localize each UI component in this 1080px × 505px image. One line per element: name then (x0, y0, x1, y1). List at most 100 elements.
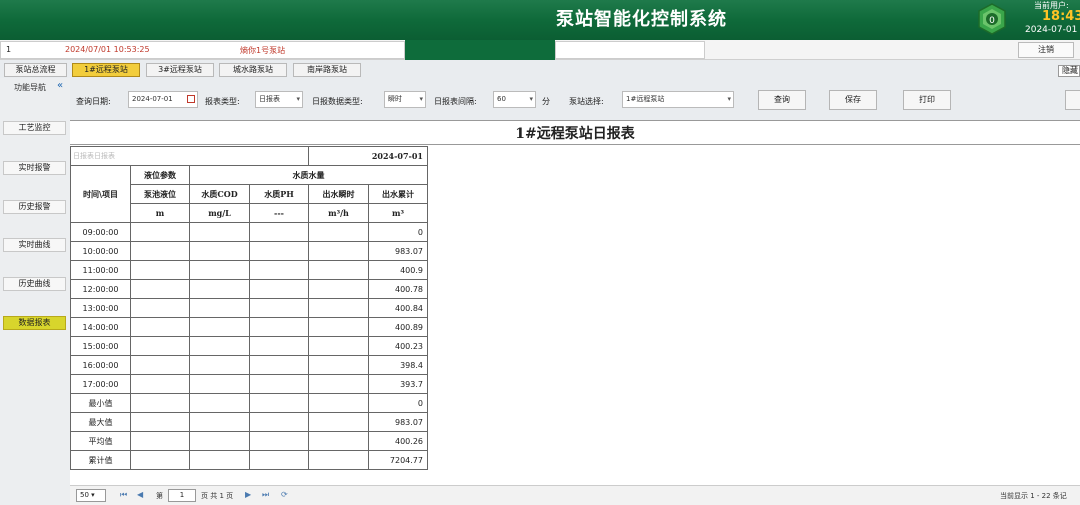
interval-label: 日报表间隔: (434, 97, 477, 106)
calendar-icon[interactable] (187, 95, 195, 103)
page-size-select[interactable]: 50 ▾ (76, 489, 106, 502)
empty-cell (189, 241, 250, 261)
empty-cell (308, 374, 369, 394)
empty-cell (249, 393, 309, 413)
row-total: 400.9 (368, 260, 428, 280)
header-group-row: 时间\项目 液位参数 水质水量 (70, 165, 428, 223)
row-time: 平均值 (70, 431, 131, 451)
sidebar: 功能导航 « 工艺监控 实时报警 历史报警 实时曲线 历史曲线 数据报表 (0, 78, 70, 505)
empty-cell (189, 374, 250, 394)
data-type-select[interactable]: 瞬时 ▾ (384, 91, 426, 108)
empty-cell (249, 450, 309, 470)
status-segment-green (405, 40, 555, 60)
extra-button[interactable] (1065, 90, 1080, 110)
empty-cell (130, 298, 190, 318)
collapse-icon[interactable]: « (57, 80, 63, 91)
empty-cell (308, 450, 369, 470)
empty-cell (130, 317, 190, 337)
row-total: 398.4 (368, 355, 428, 375)
sidebar-title: 功能导航 (14, 83, 46, 92)
row-total: 400.23 (368, 336, 428, 356)
next-page-icon[interactable]: ▶ (245, 490, 251, 499)
row-total: 400.26 (368, 431, 428, 451)
row-time: 累计值 (70, 450, 131, 470)
station-value: 1#远程泵站 (626, 95, 665, 103)
tab-chengshui[interactable]: 城水路泵站 (219, 63, 287, 77)
empty-cell (189, 260, 250, 280)
row-total: 0 (368, 393, 428, 413)
report-meta-blur: 日报表日报表 (70, 146, 309, 166)
sidebar-item-process[interactable]: 工艺监控 (3, 121, 66, 135)
empty-cell (308, 336, 369, 356)
table-row: 16:00:00 398.4 (70, 355, 428, 375)
row-total: 7204.77 (368, 450, 428, 470)
column-unit: m³ (368, 203, 428, 223)
first-page-icon[interactable]: ⏮ (120, 490, 127, 500)
tab-station-1[interactable]: 1#远程泵站 (72, 63, 140, 77)
report-meta-row: 日报表日报表 2024-07-01 (70, 146, 428, 166)
query-button[interactable]: 查询 (758, 90, 806, 110)
sidebar-item-realtime-curve[interactable]: 实时曲线 (3, 238, 66, 252)
report-title: 1#远程泵站日报表 (70, 123, 1080, 145)
empty-cell (249, 222, 309, 242)
sidebar-item-data-report[interactable]: 数据报表 (3, 316, 66, 330)
empty-cell (130, 260, 190, 280)
empty-cell (189, 279, 250, 299)
save-button[interactable]: 保存 (829, 90, 877, 110)
station-tabs: 泵站总流程 1#远程泵站 3#远程泵站 城水路泵站 南岸路泵站 隐藏 (0, 61, 1080, 78)
sidebar-item-history-alarm[interactable]: 历史报警 (3, 200, 66, 214)
empty-cell (130, 431, 190, 451)
alarm-message: 熵你1号泵站 (240, 46, 286, 55)
app-header: 泵站智能化控制系统 0 当前用户: 18:43 2024-07-01 (0, 0, 1080, 40)
table-row: 13:00:00 400.84 (70, 298, 428, 318)
report-toolbar: 查询日期: 2024-07-01 报表类型: 日报表 ▾ 日报数据类型: 瞬时 … (70, 82, 1080, 118)
empty-cell (130, 393, 190, 413)
sidebar-item-realtime-alarm[interactable]: 实时报警 (3, 161, 66, 175)
data-type-label: 日报数据类型: (312, 97, 363, 106)
empty-cell (249, 298, 309, 318)
logout-button[interactable]: 注销 (1018, 42, 1074, 58)
tab-station-3[interactable]: 3#远程泵站 (146, 63, 214, 77)
report-date: 2024-07-01 (308, 146, 428, 166)
print-button[interactable]: 打印 (903, 90, 951, 110)
query-date-input[interactable]: 2024-07-01 (128, 91, 198, 108)
report-type-value: 日报表 (259, 95, 280, 103)
empty-cell (249, 279, 309, 299)
empty-cell (249, 336, 309, 356)
row-time: 最大值 (70, 412, 131, 432)
empty-cell (249, 431, 309, 451)
row-time: 09:00:00 (70, 222, 131, 242)
page-input[interactable]: 1 (168, 489, 196, 502)
chevron-down-icon: ▾ (529, 95, 533, 103)
report-type-label: 报表类型: (205, 97, 240, 106)
last-page-icon[interactable]: ⏭ (262, 490, 269, 500)
column-unit: mg/L (189, 203, 250, 223)
empty-cell (308, 298, 369, 318)
svg-text:0: 0 (989, 16, 995, 26)
sidebar-item-history-curve[interactable]: 历史曲线 (3, 277, 66, 291)
tab-nanan[interactable]: 南岸路泵站 (293, 63, 361, 77)
hide-button[interactable]: 隐藏 (1058, 65, 1080, 77)
query-date-value: 2024-07-01 (132, 95, 173, 103)
page-total: 页 共 1 页 (201, 492, 234, 500)
prev-page-icon[interactable]: ◀ (137, 490, 143, 499)
report-panel: 1#远程泵站日报表 日报表日报表 2024-07-01 时间\项目 液位参数 水… (70, 120, 1080, 505)
chevron-down-icon: ▾ (296, 95, 300, 103)
tab-overview[interactable]: 泵站总流程 (4, 63, 67, 77)
column-header: 出水累计 (368, 184, 428, 204)
table-row: 最大值 983.07 (70, 412, 428, 432)
table-row: 15:00:00 400.23 (70, 336, 428, 356)
interval-select[interactable]: 60 ▾ (493, 91, 536, 108)
empty-cell (308, 279, 369, 299)
station-select[interactable]: 1#远程泵站 ▾ (622, 91, 734, 108)
report-type-select[interactable]: 日报表 ▾ (255, 91, 303, 108)
empty-cell (249, 412, 309, 432)
empty-cell (308, 260, 369, 280)
row-time: 最小值 (70, 393, 131, 413)
interval-value: 60 (497, 95, 506, 103)
report-table: 日报表日报表 2024-07-01 时间\项目 液位参数 水质水量 泵池液位 水… (70, 146, 428, 470)
refresh-icon[interactable]: ⟳ (281, 490, 288, 499)
page-prefix: 第 (156, 492, 163, 500)
app-title: 泵站智能化控制系统 (556, 9, 727, 30)
empty-cell (249, 260, 309, 280)
